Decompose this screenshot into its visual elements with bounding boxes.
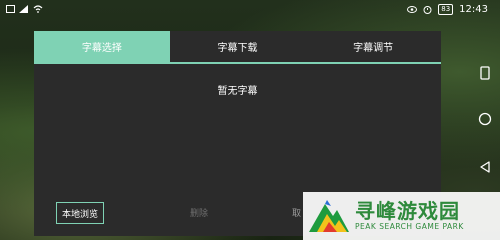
tab-subtitle-select[interactable]: 字幕选择 xyxy=(34,31,170,62)
watermark-subtitle: PEAK SEARCH GAME PARK xyxy=(355,222,464,231)
system-nav-bar xyxy=(472,60,500,190)
empty-message: 暂无字幕 xyxy=(217,86,258,97)
watermark: 寻峰游戏园 PEAK SEARCH GAME PARK xyxy=(303,192,500,240)
tab-subtitle-download[interactable]: 字幕下载 xyxy=(169,31,306,62)
signal-icon xyxy=(19,5,28,13)
delete-button[interactable]: 删除 xyxy=(190,206,208,219)
tab-bar: 字幕选择 字幕下载 字幕调节 xyxy=(34,31,442,64)
tab-subtitle-adjust[interactable]: 字幕调节 xyxy=(305,31,442,62)
peak-logo-icon xyxy=(309,200,349,232)
notification-icon xyxy=(6,5,15,13)
watermark-title: 寻峰游戏园 xyxy=(355,199,460,223)
recent-apps-icon[interactable] xyxy=(478,66,492,80)
status-bar: 83 12:43 xyxy=(0,0,500,22)
status-left-icons xyxy=(6,5,43,13)
eye-icon xyxy=(407,6,418,13)
wifi-icon xyxy=(33,5,43,13)
home-icon[interactable] xyxy=(478,112,492,126)
battery-indicator: 83 xyxy=(438,4,454,15)
back-icon[interactable] xyxy=(478,160,492,174)
status-right-icons: 83 12:43 xyxy=(407,4,488,15)
alarm-icon xyxy=(423,6,432,14)
cancel-button[interactable]: 取 xyxy=(292,206,301,219)
status-time: 12:43 xyxy=(459,4,488,15)
browse-local-button[interactable]: 本地浏览 xyxy=(56,202,105,224)
